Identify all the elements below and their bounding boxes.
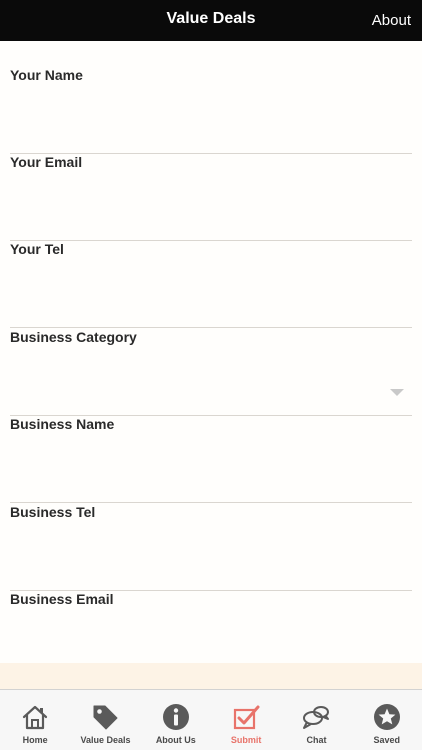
your-tel-field: Your Tel: [10, 241, 412, 328]
tab-home-label: Home: [22, 735, 48, 745]
tab-about-us-label: About Us: [155, 735, 196, 745]
business-tel-field: Business Tel: [10, 504, 412, 591]
tab-chat[interactable]: Chat: [281, 690, 351, 750]
business-category-field[interactable]: Business Category: [10, 329, 412, 416]
your-email-label: Your Email: [10, 154, 83, 170]
business-category-select[interactable]: [10, 369, 412, 409]
tab-value-deals-label: Value Deals: [80, 735, 131, 745]
business-tel-label: Business Tel: [10, 504, 96, 520]
business-name-label: Business Name: [10, 416, 115, 432]
info-icon: [162, 704, 189, 730]
dropdown-arrow-icon[interactable]: [390, 389, 404, 396]
business-name-field: Business Name: [10, 416, 412, 503]
tab-submit-label: Submit: [230, 735, 262, 745]
tab-saved[interactable]: Saved: [352, 690, 422, 750]
tab-value-deals[interactable]: Value Deals: [70, 690, 140, 750]
submit-form: Your Name Your Email Your Tel Business C…: [0, 41, 422, 678]
your-email-input[interactable]: [10, 194, 412, 234]
business-tel-input[interactable]: [10, 544, 412, 584]
navigation-bar: Value Deals About: [0, 0, 422, 41]
star-icon: [373, 704, 400, 730]
form-continuation: [0, 663, 422, 689]
your-email-field: Your Email: [10, 154, 412, 241]
page-title: Value Deals: [166, 10, 256, 27]
tab-saved-label: Saved: [373, 735, 401, 745]
tab-about-us[interactable]: About Us: [141, 690, 211, 750]
checkbox-icon: [234, 705, 260, 730]
your-tel-input[interactable]: [10, 281, 412, 321]
about-button[interactable]: About: [372, 12, 411, 29]
business-name-input[interactable]: [10, 456, 412, 496]
tab-chat-label: Chat: [306, 735, 327, 745]
tag-icon: [93, 705, 118, 730]
your-tel-label: Your Tel: [10, 241, 64, 257]
tab-submit[interactable]: Submit: [211, 690, 281, 750]
business-category-label: Business Category: [10, 329, 137, 345]
business-email-label: Business Email: [10, 591, 114, 607]
your-name-field: Your Name: [10, 67, 412, 154]
tab-home[interactable]: Home: [0, 690, 70, 750]
home-icon: [23, 705, 48, 730]
chat-bubbles-icon: [303, 706, 330, 729]
your-name-input[interactable]: [10, 107, 412, 147]
tab-bar: Home Value Deals About Us Submit Chat Sa…: [0, 689, 422, 750]
your-name-label: Your Name: [10, 67, 83, 83]
